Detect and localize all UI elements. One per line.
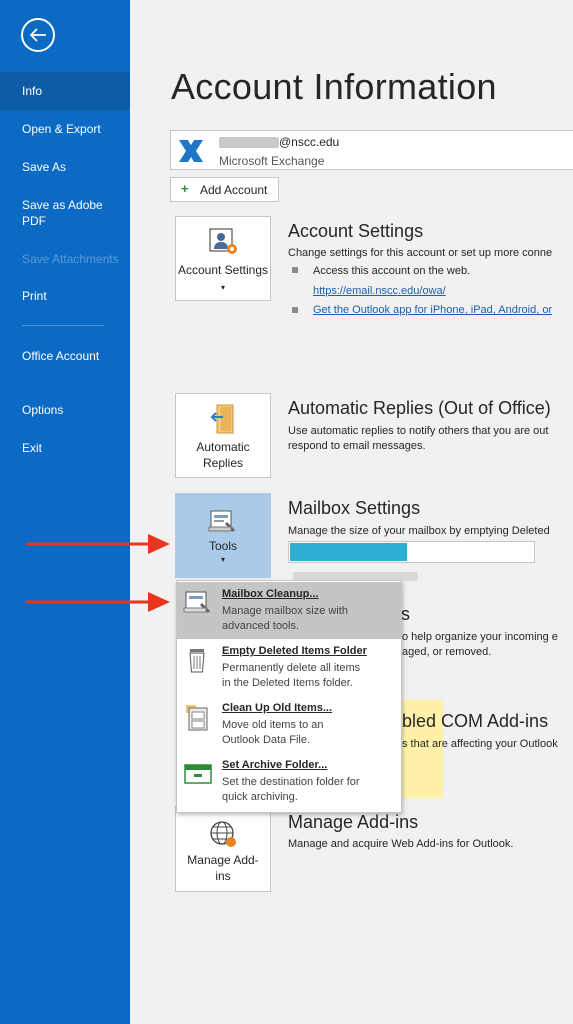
bullet (292, 267, 298, 273)
menu-item-desc: Move old items to an Outlook Data File. (222, 719, 324, 746)
account-type: Microsoft Exchange (219, 154, 325, 168)
account-settings-button[interactable]: Account Settings ▾ (175, 216, 271, 301)
menu-item-title: Clean Up Old Items... (222, 702, 333, 714)
account-selector[interactable]: @nscc.edu Microsoft Exchange (170, 130, 573, 170)
menu-item-set-archive-folder[interactable]: Set Archive Folder... Set the destinatio… (177, 753, 401, 810)
add-account-label: Add Account (200, 183, 268, 197)
annotation-arrow-icon (26, 534, 170, 554)
redacted-text (219, 137, 279, 149)
manage-addins-button[interactable]: Manage Add- ins (175, 806, 271, 892)
menu-item-mailbox-cleanup[interactable]: Mailbox Cleanup... Manage mailbox size w… (177, 582, 401, 639)
sidebar-item-save-as-pdf[interactable]: Save as Adobe PDF (0, 197, 120, 229)
account-email: @nscc.edu (219, 135, 339, 149)
menu-item-title: Set Archive Folder... (222, 759, 328, 771)
account-settings-title: Account Settings (288, 221, 424, 241)
archive-cabinet-icon (183, 702, 213, 737)
menu-item-empty-deleted[interactable]: Empty Deleted Items Folder Permanently d… (177, 639, 401, 696)
back-arrow-icon[interactable] (21, 18, 55, 52)
sidebar-divider (22, 325, 104, 326)
sidebar-item-exit[interactable]: Exit (0, 440, 130, 456)
rules-desc-partial-2: aged, or removed. (402, 646, 492, 658)
backstage-sidebar: Info Open & Export Save As Save as Adobe… (0, 0, 130, 1024)
globe-icon (208, 819, 238, 853)
sidebar-item-print[interactable]: Print (0, 288, 130, 304)
archive-folder-icon (183, 759, 213, 794)
account-settings-desc: Change settings for this account or set … (288, 247, 553, 259)
owa-link[interactable]: https://email.nscc.edu/owa/ (313, 285, 446, 297)
manage-addins-desc: Manage and acquire Web Add-ins for Outlo… (288, 838, 514, 850)
mailbox-usage-fill (290, 543, 407, 561)
sidebar-item-save-attachments: Save Attachments (22, 252, 119, 266)
account-settings-icon (208, 226, 240, 262)
com-addins-desc-partial: s that are affecting your Outlook (402, 738, 558, 750)
trash-icon (183, 645, 213, 680)
com-addins-title-partial: bled COM Add-ins (402, 711, 549, 731)
automatic-replies-desc-1: Use automatic replies to notify others t… (288, 425, 549, 437)
sidebar-item-save-as[interactable]: Save As (0, 159, 130, 175)
mailbox-settings-desc: Manage the size of your mailbox by empty… (288, 525, 550, 537)
automatic-replies-button[interactable]: Automatic Replies (175, 393, 271, 478)
outlook-app-link[interactable]: Get the Outlook app for iPhone, iPad, An… (313, 304, 552, 316)
menu-item-title: Mailbox Cleanup... (222, 588, 319, 600)
mailbox-settings-title: Mailbox Settings (288, 498, 421, 518)
bullet (292, 307, 298, 313)
automatic-replies-desc-2: respond to email messages. (288, 440, 426, 452)
automatic-replies-icon (209, 403, 239, 439)
mailbox-usage-bar (288, 541, 535, 563)
manage-addins-title: Manage Add-ins (288, 812, 419, 832)
sidebar-item-options[interactable]: Options (0, 402, 130, 418)
add-account-button[interactable]: + Add Account (170, 177, 279, 202)
exchange-icon (176, 137, 206, 170)
chevron-down-icon: ▾ (220, 555, 225, 564)
rules-desc-partial-1: o help organize your incoming e (402, 631, 558, 643)
sidebar-item-open-export[interactable]: Open & Export (0, 121, 130, 137)
tools-icon (208, 507, 238, 539)
menu-item-desc: Set the destination folder for quick arch… (222, 776, 360, 803)
plus-icon: + (181, 181, 189, 196)
manage-addins-label-1: Manage Add- (187, 853, 259, 867)
sidebar-item-office-account[interactable]: Office Account (0, 348, 100, 364)
tools-button[interactable]: Tools ▾ (175, 493, 271, 578)
account-settings-label: Account Settings ▾ (177, 263, 269, 292)
menu-item-title: Empty Deleted Items Folder (222, 645, 367, 657)
menu-item-clean-up-old-items[interactable]: Clean Up Old Items... Move old items to … (177, 696, 401, 753)
tools-dropdown-menu: Mailbox Cleanup... Manage mailbox size w… (176, 580, 402, 813)
menu-item-desc: Manage mailbox size with advanced tools. (222, 605, 348, 632)
automatic-replies-title: Automatic Replies (Out of Office) (288, 398, 551, 418)
manage-addins-label-2: ins (215, 869, 231, 883)
menu-item-desc: Permanently delete all items in the Delet… (222, 662, 361, 689)
annotation-arrow-icon (26, 592, 170, 612)
owa-access-text: Access this account on the web. (313, 265, 471, 277)
page-title: Account Information (171, 66, 497, 107)
automatic-replies-label-2: Replies (202, 456, 244, 470)
sidebar-item-info[interactable]: Info (0, 72, 130, 110)
mailbox-cleanup-icon (183, 588, 213, 621)
automatic-replies-label-1: Automatic (196, 440, 250, 454)
main-content: Account Information @nscc.edu Microsoft … (130, 0, 573, 1024)
